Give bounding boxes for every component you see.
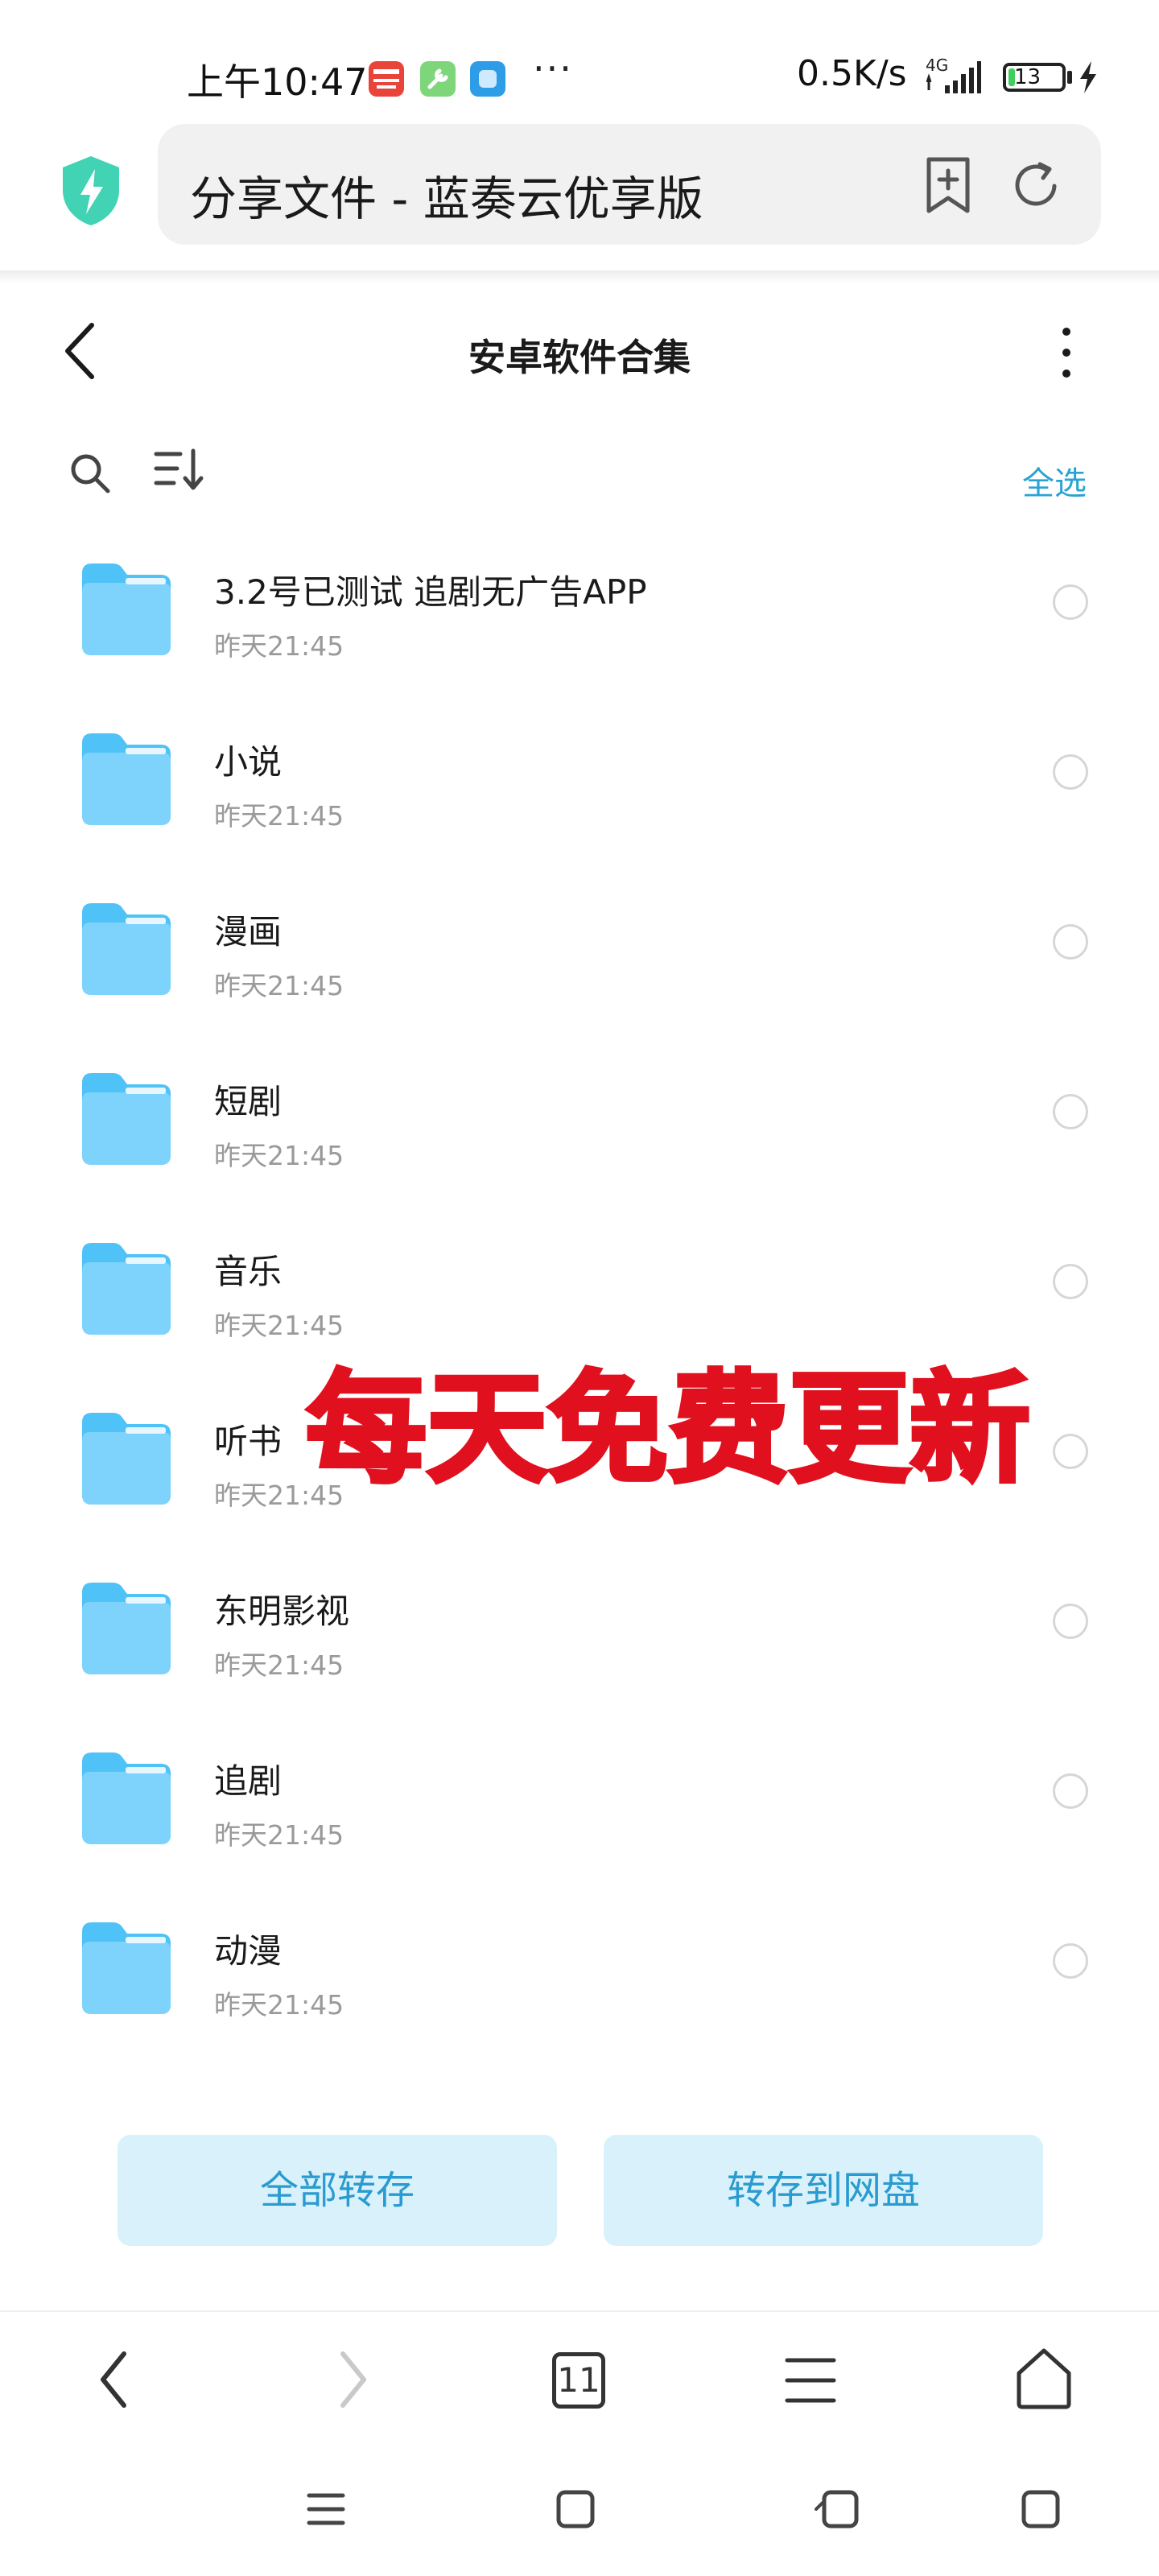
file-name: 漫画 — [214, 912, 283, 952]
folder-icon — [74, 1238, 177, 1340]
battery-level: 13 — [1014, 65, 1041, 89]
tab-count: 11 — [557, 2360, 600, 2400]
sort-icon[interactable] — [153, 448, 204, 493]
page-url-title[interactable]: 分享文件 - 蓝奏云优享版 — [190, 161, 703, 229]
system-recents-icon[interactable] — [1021, 2489, 1061, 2529]
folder-icon — [74, 559, 177, 660]
reload-icon[interactable] — [1008, 158, 1064, 214]
address-bar[interactable]: 分享文件 - 蓝奏云优享版 — [158, 124, 1101, 245]
more-options-icon[interactable] — [1054, 320, 1079, 385]
file-name: 音乐 — [214, 1252, 283, 1291]
file-time: 昨天21:45 — [214, 1819, 344, 1851]
file-row[interactable]: 东明影视昨天21:45 — [0, 1567, 1159, 1736]
file-name: 小说 — [214, 742, 283, 782]
promo-overlay-text: 每天免费更新 — [303, 1358, 1032, 1502]
browser-bar: 分享文件 - 蓝奏云优享版 — [0, 121, 1159, 274]
add-bookmark-icon[interactable] — [922, 156, 974, 214]
select-radio[interactable] — [1053, 754, 1088, 790]
file-row[interactable]: 动漫昨天21:45 — [0, 1906, 1159, 2076]
file-time: 昨天21:45 — [214, 970, 344, 1001]
save-all-button[interactable]: 全部转存 — [118, 2135, 557, 2246]
tabs-button[interactable]: 11 — [552, 2352, 605, 2409]
security-shield-icon[interactable] — [60, 155, 122, 227]
file-name: 短剧 — [214, 1082, 283, 1121]
charging-icon — [1080, 61, 1096, 93]
promo-overlay: 每天免费更新 — [303, 1331, 1103, 1502]
home-icon[interactable] — [1014, 2346, 1074, 2410]
folder-icon — [74, 1748, 177, 1849]
file-time: 昨天21:45 — [214, 800, 344, 832]
select-radio[interactable] — [1053, 924, 1088, 960]
file-time: 昨天21:45 — [214, 1989, 344, 2021]
file-name: 3.2号已测试 追剧无广告APP — [214, 572, 647, 612]
file-row[interactable]: 漫画昨天21:45 — [0, 887, 1159, 1057]
select-radio[interactable] — [1053, 584, 1088, 620]
toutiao-icon — [369, 61, 404, 97]
select-radio[interactable] — [1053, 1943, 1088, 1979]
file-name: 追剧 — [214, 1761, 283, 1801]
signal-icon: 4G — [926, 56, 981, 93]
file-name: 动漫 — [214, 1931, 283, 1971]
tools-icon — [420, 61, 456, 97]
select-radio[interactable] — [1053, 1773, 1088, 1809]
file-time: 昨天21:45 — [214, 1649, 344, 1681]
status-time: 上午10:47 — [187, 60, 368, 104]
file-name: 听书 — [214, 1422, 283, 1461]
system-home-icon[interactable] — [555, 2489, 596, 2529]
file-row[interactable]: 3.2号已测试 追剧无广告APP 昨天21:45 — [0, 547, 1159, 717]
file-row[interactable]: 追剧昨天21:45 — [0, 1736, 1159, 1906]
folder-icon — [74, 1068, 177, 1170]
folder-icon — [74, 1578, 177, 1679]
folder-icon — [74, 729, 177, 830]
search-icon[interactable] — [68, 451, 113, 496]
file-name: 东明影视 — [214, 1591, 350, 1631]
status-bar: 上午10:47 ··· 0.5K/s 4G 13 — [0, 0, 1159, 121]
file-row[interactable]: 短剧昨天21:45 — [0, 1057, 1159, 1227]
file-row[interactable]: 小说昨天21:45 — [0, 717, 1159, 887]
page-header: 安卓软件合集 — [0, 306, 1159, 402]
system-menu-icon[interactable] — [306, 2489, 346, 2529]
browser-back-icon[interactable] — [93, 2347, 134, 2412]
network-speed: 0.5K/s — [797, 53, 907, 94]
browser-bottom-bar: 11 — [0, 2310, 1159, 2576]
file-time: 昨天21:45 — [214, 630, 344, 662]
select-radio[interactable] — [1053, 1604, 1088, 1639]
file-time: 昨天21:45 — [214, 1140, 344, 1171]
header-divider — [0, 270, 1159, 283]
folder-icon — [74, 1408, 177, 1509]
app-icon — [470, 61, 505, 97]
menu-icon[interactable] — [784, 2354, 837, 2407]
folder-icon — [74, 1918, 177, 2019]
browser-forward-icon[interactable] — [333, 2347, 373, 2412]
save-to-disk-button[interactable]: 转存到网盘 — [604, 2135, 1043, 2246]
select-all-button[interactable]: 全选 — [1022, 457, 1087, 504]
battery-tip — [1067, 71, 1072, 84]
more-notifications: ··· — [533, 47, 573, 90]
network-type: 4G — [926, 56, 948, 75]
file-list: 3.2号已测试 追剧无广告APP 昨天21:45 小说 昨天21:45 漫画 昨天21:4… — [0, 547, 1159, 2076]
select-radio[interactable] — [1053, 1264, 1088, 1299]
system-back-icon[interactable] — [813, 2489, 861, 2529]
select-radio[interactable] — [1053, 1094, 1088, 1129]
page-title: 安卓软件合集 — [468, 336, 691, 379]
battery-icon: 13 — [1003, 63, 1066, 92]
folder-icon — [74, 898, 177, 1000]
